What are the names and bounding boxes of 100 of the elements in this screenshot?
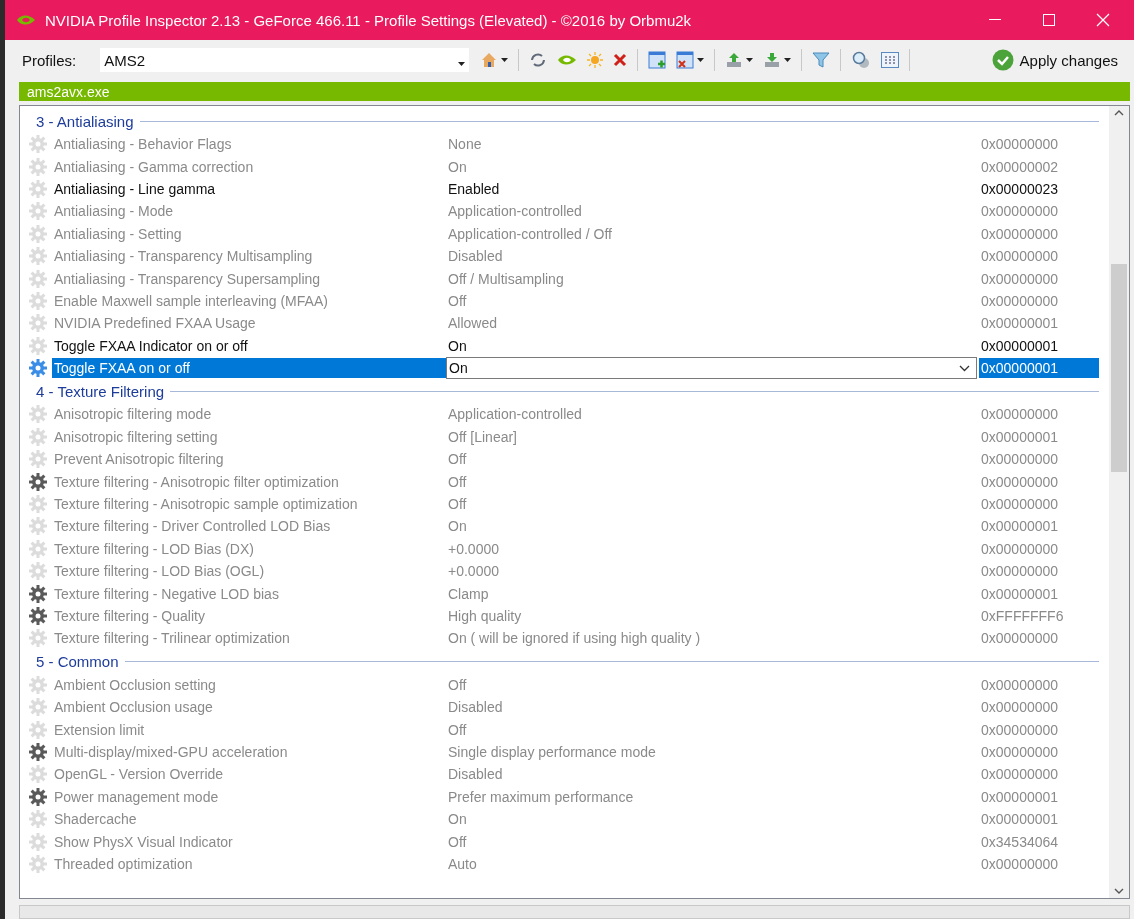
window-title: NVIDIA Profile Inspector 2.13 - GeForce 466.11 - Profile Settings (Elevated) - ©2016 by Orbmu2k bbox=[45, 11, 693, 29]
setting-value: On bbox=[447, 810, 468, 830]
setting-name[interactable]: OpenGL - Version Override bbox=[52, 764, 446, 785]
setting-hex: 0x34534064 bbox=[980, 832, 1060, 852]
setting-name[interactable]: Antialiasing - Mode bbox=[52, 201, 446, 222]
minimize-icon bbox=[989, 19, 1001, 21]
setting-name[interactable]: Texture filtering - Anisotropic sample optimization bbox=[52, 494, 446, 515]
caret-icon bbox=[501, 58, 509, 62]
search-icon bbox=[851, 50, 872, 70]
setting-name[interactable]: Antialiasing - Setting bbox=[52, 223, 446, 244]
setting-value: Off [Linear] bbox=[447, 427, 518, 447]
setting-hex: 0x00000001 bbox=[980, 336, 1060, 356]
setting-value: Enabled bbox=[447, 179, 501, 199]
maximize-icon bbox=[1043, 14, 1055, 26]
setting-name[interactable]: Toggle FXAA on or off bbox=[52, 358, 446, 379]
setting-value: None bbox=[447, 135, 483, 155]
setting-hex: 0x00000001 bbox=[980, 517, 1060, 537]
chevron-icon bbox=[959, 364, 970, 372]
caret-icon bbox=[697, 58, 705, 62]
window-cross-icon bbox=[676, 51, 695, 69]
caret-icon bbox=[746, 58, 754, 62]
setting-name[interactable]: Ambient Occlusion usage bbox=[52, 697, 446, 718]
setting-name[interactable]: Threaded optimization bbox=[52, 853, 446, 874]
setting-value: On bbox=[447, 517, 468, 537]
setting-hex: 0x00000001 bbox=[980, 314, 1060, 334]
close-icon bbox=[1096, 13, 1110, 27]
setting-name[interactable]: Texture filtering - Negative LOD bias bbox=[52, 583, 446, 604]
setting-hex: 0x00000000 bbox=[980, 675, 1060, 695]
setting-hex: 0x00000001 bbox=[980, 584, 1060, 604]
setting-hex: 0x00000001 bbox=[980, 427, 1060, 447]
setting-value: Disabled bbox=[447, 247, 504, 267]
caret-icon bbox=[458, 61, 466, 66]
setting-value: Off bbox=[447, 450, 468, 470]
setting-hex: 0x00000001 bbox=[979, 358, 1099, 379]
horizontal-scrollbar[interactable] bbox=[19, 905, 1130, 919]
setting-name[interactable]: Anisotropic filtering setting bbox=[52, 426, 446, 447]
setting-hex: 0x00000000 bbox=[980, 854, 1060, 874]
setting-value: Disabled bbox=[447, 698, 504, 718]
setting-hex: 0x00000001 bbox=[980, 787, 1060, 807]
scrollbar-thumb[interactable] bbox=[1111, 264, 1127, 472]
setting-name[interactable]: Prevent Anisotropic filtering bbox=[52, 449, 446, 470]
setting-value: Off bbox=[447, 720, 468, 740]
setting-value: Single display performance mode bbox=[447, 742, 657, 762]
apply-changes-button[interactable]: Apply changes bbox=[985, 48, 1124, 72]
application-bar: ams2avx.exe bbox=[19, 82, 1130, 101]
setting-name[interactable]: Ambient Occlusion setting bbox=[52, 674, 446, 695]
setting-name[interactable]: Enable Maxwell sample interleaving (MFAA) bbox=[52, 290, 446, 311]
setting-name[interactable]: Extension limit bbox=[52, 719, 446, 740]
setting-value: On bbox=[447, 336, 468, 356]
setting-name[interactable]: Power management mode bbox=[52, 786, 446, 807]
setting-name[interactable]: Toggle FXAA Indicator on or off bbox=[52, 335, 446, 356]
profile-dropdown[interactable]: AMS2 bbox=[100, 48, 470, 72]
setting-hex: 0x00000000 bbox=[980, 698, 1060, 718]
setting-name[interactable]: Texture filtering - LOD Bias (OGL) bbox=[52, 561, 446, 582]
refresh-icon bbox=[529, 51, 548, 69]
setting-name[interactable]: Antialiasing - Transparency Supersampling bbox=[52, 268, 446, 289]
setting-value: Auto bbox=[447, 854, 478, 874]
value-dropdown[interactable]: On bbox=[446, 357, 977, 380]
setting-value: Application-controlled / Off bbox=[447, 224, 613, 244]
setting-value: On bbox=[447, 157, 468, 177]
setting-name[interactable]: Texture filtering - Quality bbox=[52, 606, 446, 626]
setting-name[interactable]: Texture filtering - Anisotropic filter optimization bbox=[52, 471, 446, 492]
setting-value: Off bbox=[447, 291, 468, 311]
cross-icon bbox=[613, 53, 628, 67]
setting-name[interactable]: Show PhysX Visual Indicator bbox=[52, 831, 446, 852]
setting-hex: 0x00000000 bbox=[980, 495, 1060, 515]
setting-hex: 0x00000000 bbox=[980, 720, 1060, 740]
setting-value: Off bbox=[447, 472, 468, 492]
download-arrow-icon bbox=[763, 51, 782, 69]
house-icon bbox=[480, 51, 499, 69]
setting-name[interactable]: Texture filtering - Driver Controlled LOD Bias bbox=[52, 516, 446, 537]
setting-hex: 0x00000000 bbox=[980, 742, 1060, 762]
setting-name[interactable]: Texture filtering - LOD Bias (DX) bbox=[52, 538, 446, 559]
caret-icon bbox=[784, 58, 792, 62]
checkmark-icon bbox=[991, 49, 1014, 71]
upload-arrow-icon bbox=[725, 51, 744, 69]
setting-name[interactable]: Antialiasing - Gamma correction bbox=[52, 156, 446, 177]
setting-hex: 0x00000000 bbox=[980, 765, 1060, 785]
setting-value: +0.0000 bbox=[447, 562, 500, 582]
setting-hex: 0x00000000 bbox=[980, 269, 1060, 289]
setting-name[interactable]: Multi-display/mixed-GPU acceleration bbox=[52, 741, 446, 762]
setting-name[interactable]: Shadercache bbox=[52, 809, 446, 830]
setting-value: Allowed bbox=[447, 314, 499, 334]
setting-hex: 0x00000000 bbox=[980, 135, 1060, 155]
setting-hex: 0x00000000 bbox=[980, 202, 1060, 222]
setting-name[interactable]: Anisotropic filtering mode bbox=[52, 404, 446, 425]
setting-name[interactable]: NVIDIA Predefined FXAA Usage bbox=[52, 313, 446, 334]
setting-hex: 0x00000000 bbox=[980, 562, 1060, 582]
setting-hex: 0x00000000 bbox=[980, 247, 1060, 267]
setting-value: Off bbox=[447, 832, 468, 852]
setting-hex: 0x00000000 bbox=[980, 472, 1060, 492]
setting-name[interactable]: Texture filtering - Trilinear optimization bbox=[52, 628, 446, 649]
setting-name[interactable]: Antialiasing - Behavior Flags bbox=[52, 134, 446, 155]
setting-hex: 0x00000002 bbox=[980, 157, 1060, 177]
setting-value: Prefer maximum performance bbox=[447, 787, 635, 807]
setting-value: On ( will be ignored if using high quality ) bbox=[447, 629, 702, 649]
setting-name[interactable]: Antialiasing - Transparency Multisampling bbox=[52, 246, 446, 267]
setting-hex: 0xFFFFFFF6 bbox=[980, 607, 1065, 626]
vertical-scrollbar[interactable] bbox=[1109, 106, 1129, 898]
setting-name[interactable]: Antialiasing - Line gamma bbox=[52, 178, 446, 199]
